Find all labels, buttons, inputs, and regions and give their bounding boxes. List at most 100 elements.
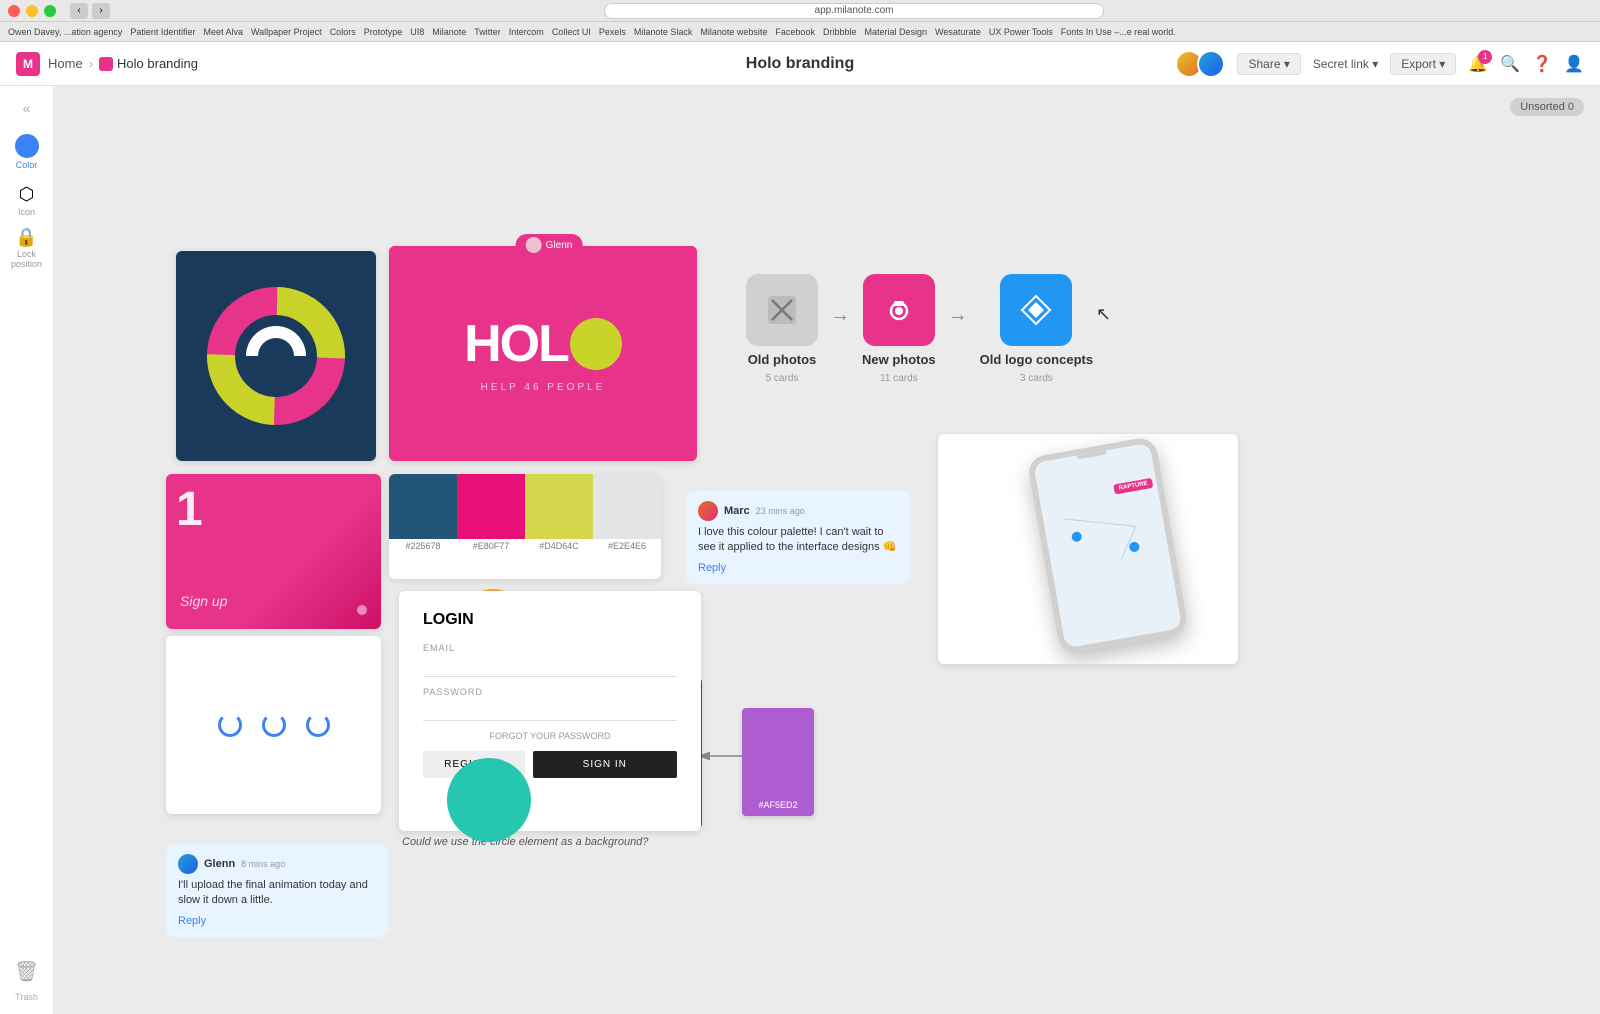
sidebar-icon-label: Icon xyxy=(18,207,35,217)
notification-badge: 1 xyxy=(1478,50,1492,64)
breadcrumb-separator: › xyxy=(89,56,93,71)
bookmark-14[interactable]: Milanote website xyxy=(700,27,767,37)
bookmark-20[interactable]: Fonts In Use –...e real world. xyxy=(1061,27,1176,37)
url-text: app.milanote.com xyxy=(815,5,894,16)
breadcrumb: Home › Holo branding xyxy=(48,56,198,71)
back-btn[interactable]: ‹ xyxy=(70,3,88,19)
login-forgot-link[interactable]: FORGOT YOUR PASSWORD xyxy=(423,731,677,741)
comment-text-glenn: I'll upload the final animation today an… xyxy=(178,878,376,909)
bookmark-7[interactable]: UI8 xyxy=(410,27,424,37)
comment-card-top: Marc 23 mins ago I love this colour pale… xyxy=(686,491,910,584)
user-profile-button[interactable]: 👤 xyxy=(1564,54,1584,74)
canvas-area[interactable]: Unsorted 0 Glenn xyxy=(54,86,1600,1014)
flow-node-old-logo[interactable]: Old logo concepts 3 cards xyxy=(980,274,1093,384)
main-layout: « Color ⬡ Icon 🔒 Lockposition 🗑 Trash Un… xyxy=(0,86,1600,1014)
bookmark-3[interactable]: Meet Alva xyxy=(203,27,243,37)
swatch-label-4: #E2E4E6 xyxy=(593,539,661,551)
icon-icon: ⬡ xyxy=(19,184,35,205)
flow-arrow-1: → xyxy=(830,304,850,327)
card-holo-dark[interactable] xyxy=(176,251,376,461)
help-button[interactable]: ❓ xyxy=(1532,54,1552,74)
sidebar-toggle[interactable]: « xyxy=(13,98,41,118)
comment-header-top: Marc 23 mins ago xyxy=(698,501,898,521)
unsorted-badge[interactable]: Unsorted 0 xyxy=(1510,98,1584,116)
avatar-group xyxy=(1175,50,1225,78)
signin-button[interactable]: SIGN IN xyxy=(533,751,677,778)
bookmark-16[interactable]: Dribbble xyxy=(823,27,857,37)
bookmark-19[interactable]: UX Power Tools xyxy=(989,27,1053,37)
comment-bubble-top: Marc 23 mins ago I love this colour pale… xyxy=(686,491,910,584)
comment-time-marc: 23 mins ago xyxy=(756,506,805,516)
bookmark-9[interactable]: Twitter xyxy=(474,27,501,37)
bookmark-4[interactable]: Wallpaper Project xyxy=(251,27,322,37)
holo-word: HOL xyxy=(464,314,568,374)
bookmark-15[interactable]: Facebook xyxy=(775,27,815,37)
swatch-row xyxy=(389,474,661,539)
notifications-button[interactable]: 🔔 1 xyxy=(1468,54,1488,74)
mac-titlebar: ‹ › app.milanote.com xyxy=(0,0,1600,22)
mac-maximize-btn[interactable] xyxy=(44,5,56,17)
app-header: M Home › Holo branding Holo branding Sha… xyxy=(0,42,1600,86)
circle-teal xyxy=(447,758,531,842)
login-title: LOGIN xyxy=(423,611,677,629)
bookmark-18[interactable]: Wesaturate xyxy=(935,27,981,37)
search-button[interactable]: 🔍 xyxy=(1500,54,1520,74)
bookmark-6[interactable]: Prototype xyxy=(364,27,403,37)
glenn-avatar xyxy=(526,237,542,253)
share-button[interactable]: Share ▾ xyxy=(1237,53,1300,75)
comment-reply-glenn[interactable]: Reply xyxy=(178,915,376,927)
breadcrumb-current: Holo branding xyxy=(99,56,198,71)
login-inner: LOGIN EMAIL PASSWORD FORGOT YOUR PASSWOR… xyxy=(399,591,701,798)
trash-button[interactable]: 🗑 xyxy=(6,951,47,992)
bookmark-2[interactable]: Patient Identifier xyxy=(130,27,195,37)
comment-text-marc: I love this colour palette! I can't wait… xyxy=(698,525,898,556)
bookmark-1[interactable]: Owen Davey, ...ation agency xyxy=(8,27,122,37)
address-bar[interactable]: app.milanote.com xyxy=(604,3,1104,19)
breadcrumb-home[interactable]: Home xyxy=(48,56,83,71)
card-phone[interactable]: RAPTURE xyxy=(938,434,1238,664)
card-loading[interactable]: This conveys the right message. xyxy=(166,636,381,814)
bookmark-11[interactable]: Collect UI xyxy=(552,27,591,37)
comment-reply-marc[interactable]: Reply xyxy=(698,562,898,574)
sidebar-item-lock[interactable]: 🔒 Lockposition xyxy=(5,226,49,270)
secret-link-button[interactable]: Secret link ▾ xyxy=(1313,57,1378,71)
sidebar: « Color ⬡ Icon 🔒 Lockposition 🗑 Trash xyxy=(0,86,54,1014)
bookmark-12[interactable]: Pexels xyxy=(599,27,626,37)
signup-dot xyxy=(357,605,367,615)
bookmark-17[interactable]: Material Design xyxy=(864,27,927,37)
sidebar-item-color[interactable]: Color xyxy=(5,130,49,174)
page-title: Holo branding xyxy=(746,55,854,73)
browser-toolbar: Owen Davey, ...ation agency Patient Iden… xyxy=(0,22,1600,42)
card-signup[interactable]: 1 Sign up xyxy=(166,474,381,629)
bookmark-10[interactable]: Intercom xyxy=(509,27,544,37)
mac-minimize-btn[interactable] xyxy=(26,5,38,17)
magenta-swatch[interactable]: #AF5ED2 xyxy=(742,708,814,816)
bookmark-13[interactable]: Milanote Slack xyxy=(634,27,693,37)
login-password-input[interactable] xyxy=(423,697,677,721)
comment-time-glenn: 8 mins ago xyxy=(241,859,285,869)
comment-author-glenn: Glenn xyxy=(204,858,235,870)
flow-node-old-photos[interactable]: Old photos 5 cards xyxy=(746,274,818,384)
signup-label: Sign up xyxy=(180,593,227,609)
lock-icon: 🔒 xyxy=(15,227,37,248)
card-holo-main[interactable]: HOL HELP 46 PEOPLE xyxy=(389,246,697,461)
sidebar-item-icon[interactable]: ⬡ Icon xyxy=(5,178,49,222)
flow-node-new-photos[interactable]: New photos 11 cards xyxy=(862,274,936,384)
bookmark-5[interactable]: Colors xyxy=(330,27,356,37)
loading-dots xyxy=(166,636,381,814)
old-logo-icon xyxy=(1000,274,1072,346)
swatch-2 xyxy=(457,474,525,539)
mac-close-btn[interactable] xyxy=(8,5,20,17)
trash-label: Trash xyxy=(6,992,47,1002)
card-login[interactable]: LOGIN EMAIL PASSWORD FORGOT YOUR PASSWOR… xyxy=(399,591,701,831)
bookmark-8[interactable]: Milanote xyxy=(432,27,466,37)
forward-btn[interactable]: › xyxy=(92,3,110,19)
milanote-logo[interactable]: M xyxy=(16,52,40,76)
swatch-label-3: #D4D64C xyxy=(525,539,593,551)
login-password-field: PASSWORD xyxy=(423,687,677,721)
login-email-input[interactable] xyxy=(423,653,677,677)
export-button[interactable]: Export ▾ xyxy=(1390,53,1456,75)
new-photos-icon xyxy=(863,274,935,346)
flow-diagram: Old photos 5 cards → New photos 11 cards xyxy=(746,274,1093,384)
card-color-palette[interactable]: #225678 #E80F77 #D4D64C #E2E4E6 xyxy=(389,474,661,579)
